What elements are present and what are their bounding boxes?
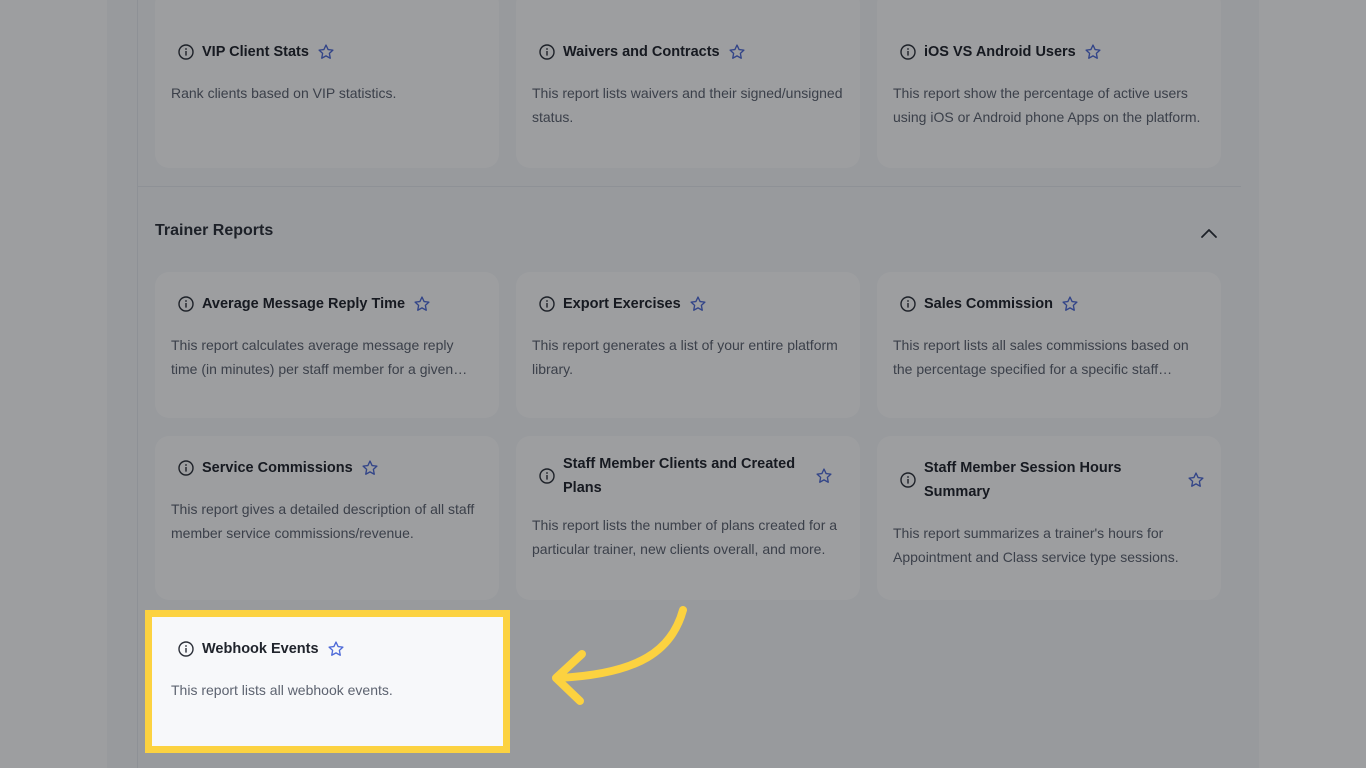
- report-card-staff-member-clients-and-created-plans[interactable]: Staff Member Clients and Created Plans T…: [516, 436, 860, 600]
- report-card-description: This report lists all sales commissions …: [893, 337, 1189, 377]
- report-card-title: Export Exercises: [563, 296, 681, 312]
- report-card-title: Average Message Reply Time: [202, 296, 406, 312]
- info-icon[interactable]: [900, 296, 916, 312]
- report-card-export-exercises[interactable]: Export Exercises This report generates a…: [516, 272, 860, 418]
- section-title-trainer-reports: Trainer Reports: [155, 222, 274, 239]
- info-icon[interactable]: [178, 296, 194, 312]
- info-icon[interactable]: [539, 296, 555, 312]
- star-icon[interactable]: [689, 295, 707, 313]
- report-card-waivers-and-contracts[interactable]: Waivers and Contracts This report lists …: [516, 0, 860, 168]
- report-card-description: This report show the percentage of activ…: [893, 85, 1201, 125]
- star-icon[interactable]: [1187, 471, 1205, 489]
- report-card-title: Staff Member Session Hours Summary: [924, 460, 1122, 500]
- info-icon[interactable]: [900, 472, 916, 488]
- info-icon[interactable]: [900, 44, 916, 60]
- star-icon[interactable]: [1061, 295, 1079, 313]
- report-card-description: This report calculates average message r…: [171, 337, 454, 377]
- report-card-title: Staff Member Clients and Created Plans: [563, 456, 796, 496]
- report-card-title: Sales Commission: [924, 296, 1053, 312]
- info-icon[interactable]: [539, 44, 555, 60]
- report-card-description: This report lists the number of plans cr…: [532, 517, 838, 557]
- curved-arrow-icon: [552, 606, 687, 705]
- star-icon[interactable]: [317, 43, 335, 61]
- star-icon[interactable]: [1084, 43, 1102, 61]
- report-card-description: This report generates a list of your ent…: [532, 337, 838, 377]
- report-card-title: Service Commissions: [202, 460, 353, 476]
- report-card-title: Waivers and Contracts: [563, 44, 720, 60]
- star-icon[interactable]: [361, 459, 379, 477]
- star-icon[interactable]: [413, 295, 431, 313]
- report-card-ios-vs-android-users[interactable]: iOS VS Android Users This report show th…: [877, 0, 1221, 168]
- report-card-sales-commission[interactable]: Sales Commission This report lists all s…: [877, 272, 1221, 418]
- collapse-section-button[interactable]: [1195, 222, 1223, 244]
- section-divider: [137, 186, 1241, 187]
- highlighted-report-card-webhook-events[interactable]: Webhook Events This report lists all web…: [145, 610, 510, 753]
- star-icon[interactable]: [327, 640, 345, 658]
- report-card-description: This report lists waivers and their sign…: [532, 85, 843, 125]
- report-card-staff-member-session-hours-summary[interactable]: Staff Member Session Hours Summary This …: [877, 436, 1221, 600]
- report-card-description: This report summarizes a trainer's hours…: [893, 525, 1179, 565]
- report-card-average-message-reply-time[interactable]: Average Message Reply Time This report c…: [155, 272, 499, 418]
- info-icon[interactable]: [178, 44, 194, 60]
- report-card-service-commissions[interactable]: Service Commissions This report gives a …: [155, 436, 499, 600]
- report-card-description: Rank clients based on VIP statistics.: [171, 85, 397, 101]
- star-icon[interactable]: [728, 43, 746, 61]
- report-card-vip-client-stats[interactable]: VIP Client Stats Rank clients based on V…: [155, 0, 499, 168]
- report-card-title: VIP Client Stats: [202, 44, 309, 60]
- star-icon[interactable]: [815, 467, 833, 485]
- chevron-up-icon: [1201, 229, 1217, 238]
- info-icon[interactable]: [178, 460, 194, 476]
- report-card-description: This report gives a detailed description…: [171, 501, 475, 541]
- report-card-title: Webhook Events: [202, 641, 319, 657]
- info-icon[interactable]: [178, 641, 194, 657]
- info-icon[interactable]: [539, 468, 555, 484]
- report-card-description: This report lists all webhook events.: [171, 682, 393, 698]
- report-card-title: iOS VS Android Users: [924, 44, 1076, 60]
